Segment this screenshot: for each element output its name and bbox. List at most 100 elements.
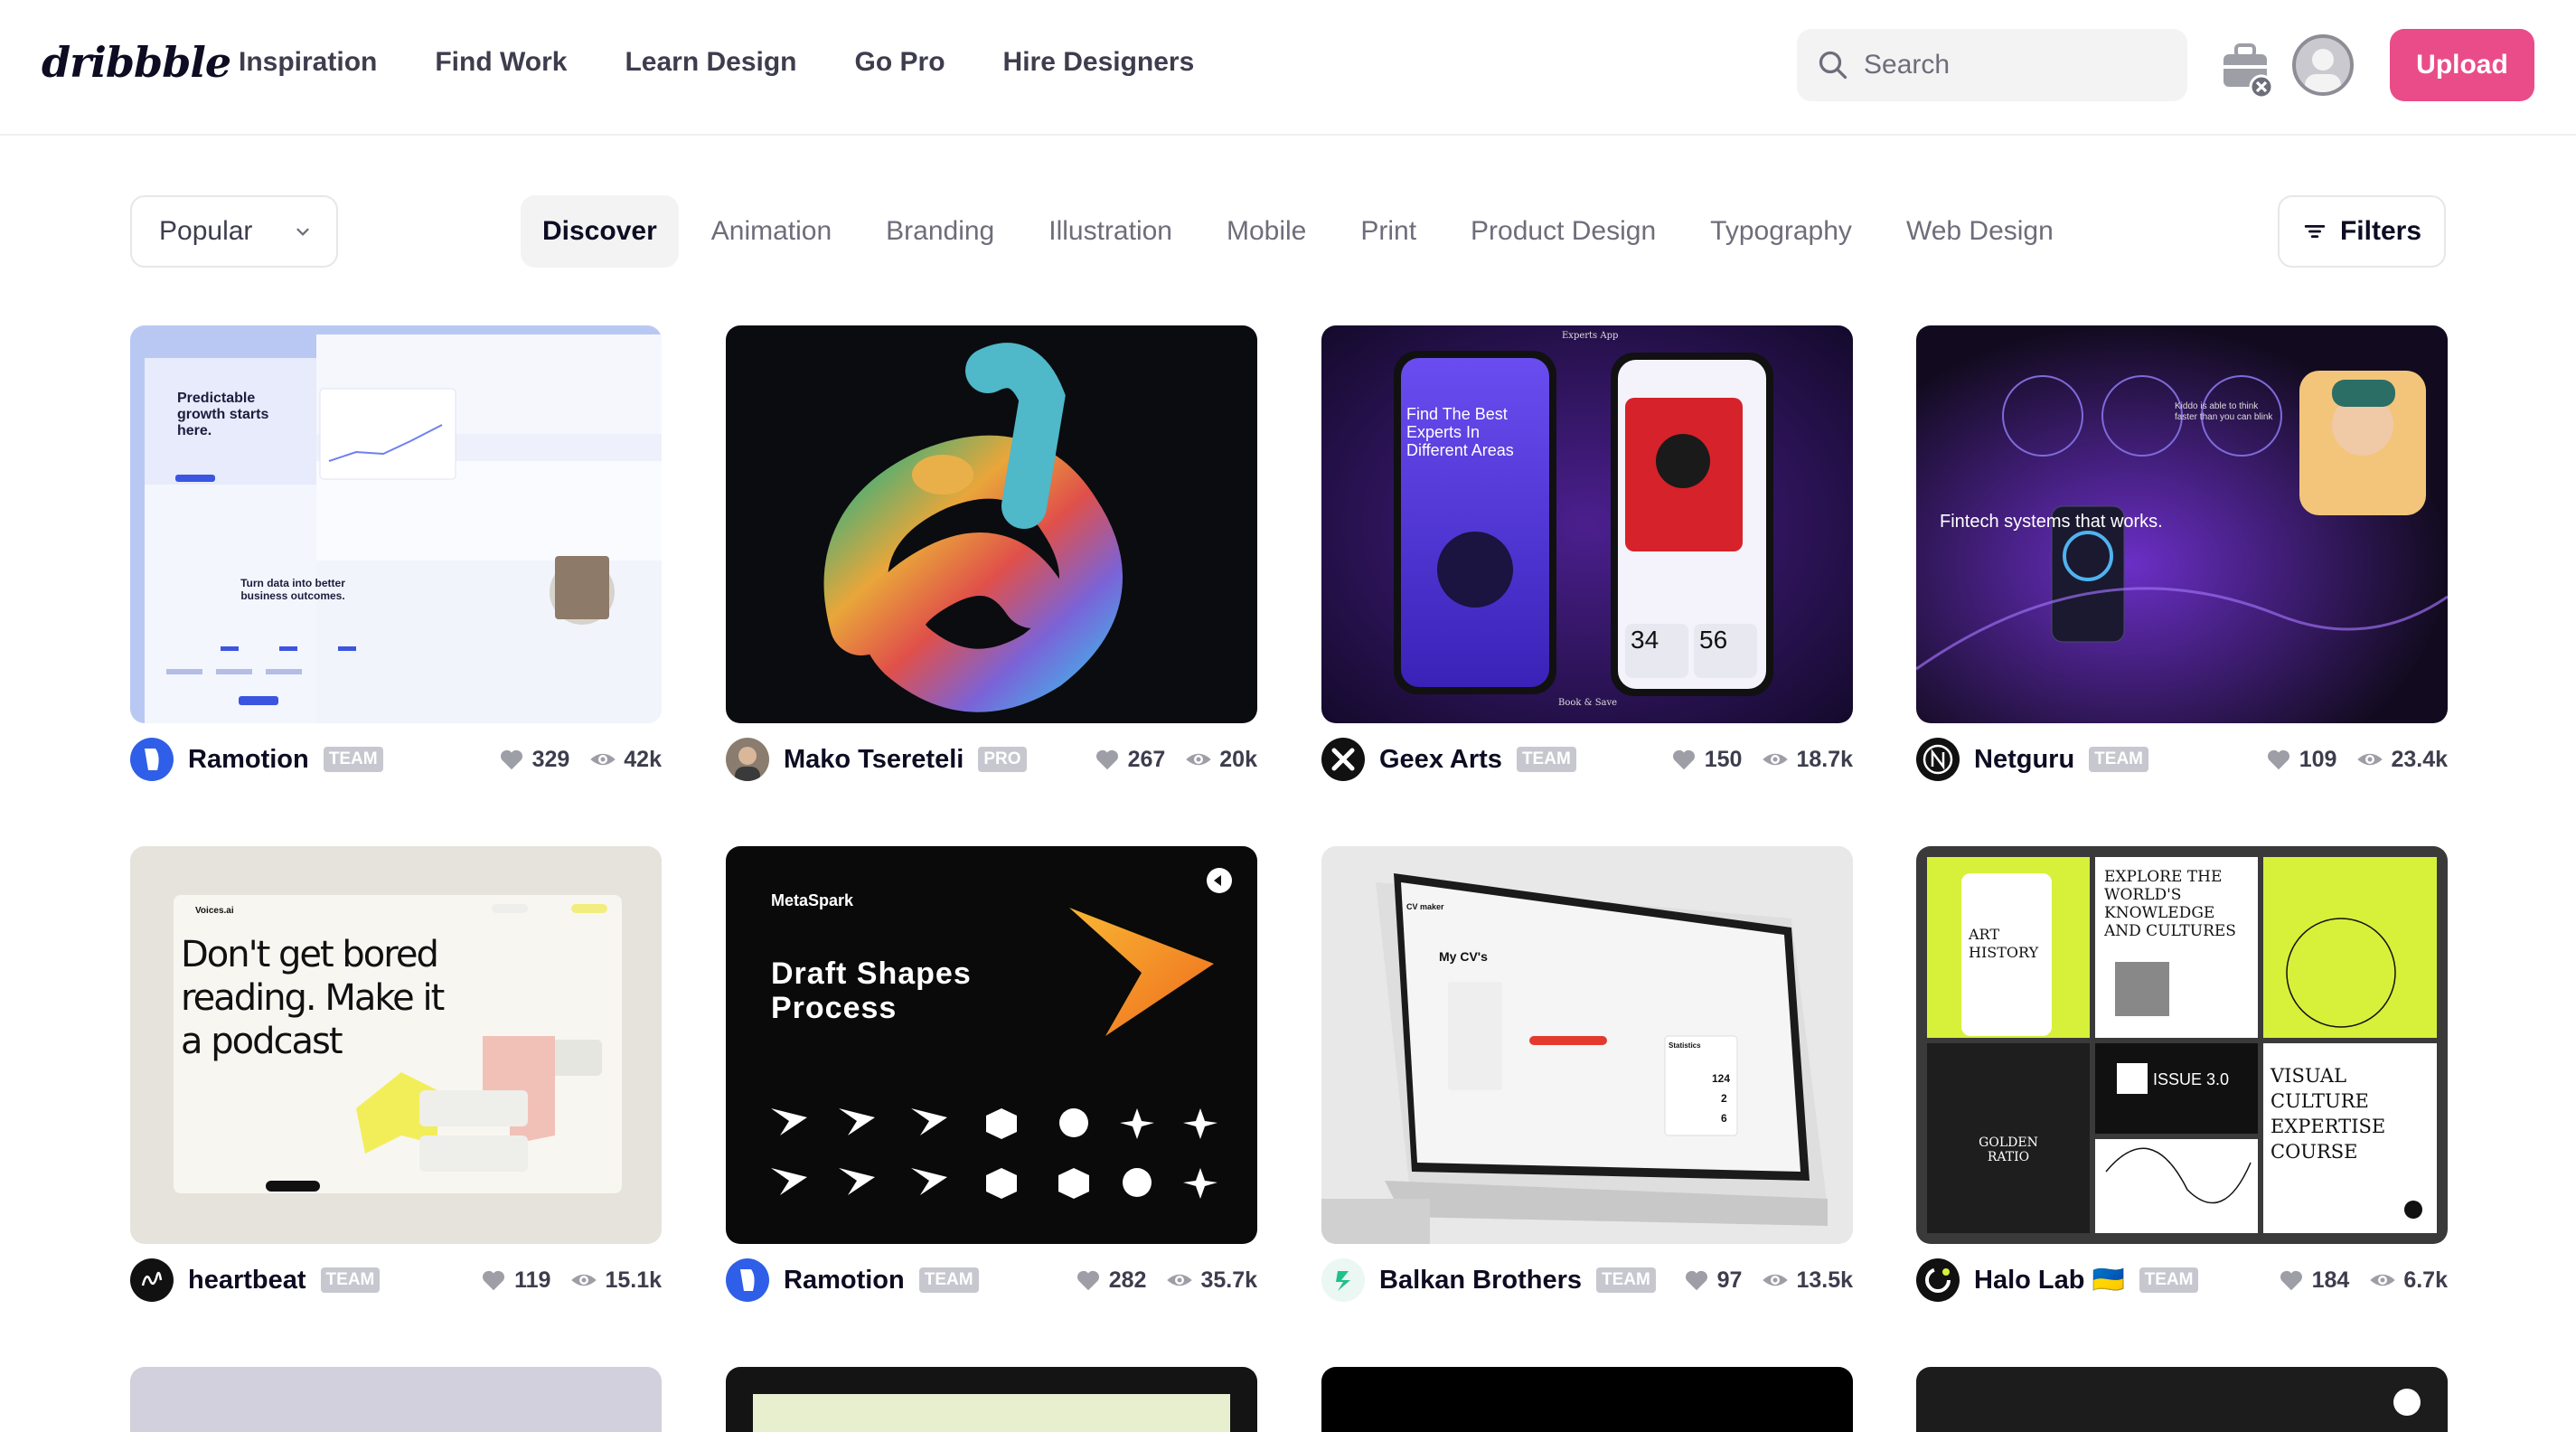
view-count: 23.4k xyxy=(2391,746,2448,772)
user-avatar[interactable] xyxy=(2292,34,2354,96)
tab-discover[interactable]: Discover xyxy=(521,195,679,268)
shot-card xyxy=(1916,1367,2448,1432)
nav-inspiration[interactable]: Inspiration xyxy=(239,47,377,78)
author-avatar[interactable] xyxy=(130,1258,174,1302)
like-count: 329 xyxy=(531,746,570,772)
shot-thumbnail[interactable] xyxy=(726,1367,1257,1432)
filter-lines-icon xyxy=(2304,225,2326,238)
shot-brand: MetaSpark xyxy=(771,891,854,909)
team-badge: TEAM xyxy=(2089,747,2148,772)
shot-stats: 150 18.7k xyxy=(1670,746,1853,773)
likes-stat[interactable]: 119 xyxy=(480,1267,550,1294)
author-name[interactable]: Balkan Brothers xyxy=(1379,1266,1582,1295)
shot-thumbnail[interactable]: Experts App Find The Best Experts In Dif… xyxy=(1321,325,1853,723)
author-name[interactable]: Mako Tsereteli xyxy=(784,745,964,775)
likes-stat[interactable]: 267 xyxy=(1094,746,1166,773)
shot-thumbnail[interactable] xyxy=(1916,1367,2448,1432)
team-badge: TEAM xyxy=(323,747,383,772)
shot-card: Fintech systems that works. Kiddo is abl… xyxy=(1916,325,2448,781)
likes-stat[interactable]: 109 xyxy=(2265,746,2336,773)
upload-button[interactable]: Upload xyxy=(2390,29,2534,101)
tab-product-design[interactable]: Product Design xyxy=(1449,195,1678,268)
eye-icon xyxy=(2370,1274,2396,1286)
author-avatar[interactable] xyxy=(726,1258,769,1302)
shot-thumbnail[interactable]: EXPLORE THE WORLD'S KNOWLEDGE AND CULTUR… xyxy=(1916,846,2448,1244)
heart-icon xyxy=(1076,1270,1099,1291)
view-count: 6.7k xyxy=(2403,1267,2448,1293)
tab-illustration[interactable]: Illustration xyxy=(1027,195,1194,268)
shot-stats: 282 35.7k xyxy=(1075,1267,1257,1294)
shot-thumbnail[interactable]: Voices.ai Don't get bored reading. Make … xyxy=(130,846,662,1244)
author-name[interactable]: Ramotion xyxy=(784,1266,905,1295)
shot-thumbnail[interactable]: MetaSpark Draft Shapes Process xyxy=(726,846,1257,1244)
filters-button[interactable]: Filters xyxy=(2278,195,2446,268)
main-nav: Inspiration Find Work Learn Design Go Pr… xyxy=(239,47,1194,78)
nav-go-pro[interactable]: Go Pro xyxy=(855,47,945,78)
likes-stat[interactable]: 97 xyxy=(1683,1267,1742,1294)
sort-dropdown[interactable]: Popular xyxy=(130,195,338,268)
like-count: 150 xyxy=(1704,746,1743,772)
likes-stat[interactable]: 329 xyxy=(498,746,570,773)
category-tabs: Discover Animation Branding Illustration… xyxy=(521,195,2086,268)
nav-learn-design[interactable]: Learn Design xyxy=(625,47,796,78)
search-input[interactable] xyxy=(1864,50,2171,80)
shot-card: EXPLORE THE WORLD'S KNOWLEDGE AND CULTUR… xyxy=(1916,846,2448,1302)
search-box[interactable] xyxy=(1797,29,2187,101)
pro-badge: PRO xyxy=(978,747,1027,772)
tab-typography[interactable]: Typography xyxy=(1688,195,1874,268)
shot-headline-line: reading. Make it xyxy=(181,977,445,1019)
eye-icon xyxy=(1167,1274,1193,1286)
author-name[interactable]: heartbeat xyxy=(188,1266,306,1295)
author-avatar[interactable] xyxy=(1916,1258,1960,1302)
view-count: 18.7k xyxy=(1796,746,1853,772)
likes-stat[interactable]: 150 xyxy=(1670,746,1743,773)
shot-headline-line: Process xyxy=(771,991,898,1025)
shot-text-block: ISSUE 3.0 xyxy=(2153,1070,2230,1088)
view-count: 13.5k xyxy=(1796,1267,1853,1293)
shot-meta: Ramotion TEAM 329 42k xyxy=(130,738,662,781)
like-count: 267 xyxy=(1127,746,1166,772)
shot-headline: Predictable growth starts here. xyxy=(177,391,269,438)
nav-find-work[interactable]: Find Work xyxy=(435,47,567,78)
shot-thumbnail[interactable]: Predictable growth starts here. Turn dat… xyxy=(130,325,662,723)
tab-branding[interactable]: Branding xyxy=(864,195,1016,268)
shot-meta: Halo Lab 🇺🇦 TEAM 184 6.7k xyxy=(1916,1258,2448,1302)
shot-meta: heartbeat TEAM 119 15.1k xyxy=(130,1258,662,1302)
shot-thumbnail[interactable] xyxy=(1321,1367,1853,1432)
shot-stats: 184 6.7k xyxy=(2278,1267,2448,1294)
tab-web-design[interactable]: Web Design xyxy=(1885,195,2075,268)
likes-stat[interactable]: 282 xyxy=(1075,1267,1146,1294)
shot-thumbnail[interactable]: CV maker My CV's Statistics 124 2 6 xyxy=(1321,846,1853,1244)
author-avatar[interactable] xyxy=(726,738,769,781)
shot-thumbnail[interactable]: Fintech systems that works. Kiddo is abl… xyxy=(1916,325,2448,723)
shot-thumbnail[interactable] xyxy=(726,325,1257,723)
team-badge: TEAM xyxy=(2139,1267,2199,1293)
author-avatar[interactable] xyxy=(1916,738,1960,781)
likes-stat[interactable]: 184 xyxy=(2278,1267,2349,1294)
author-name[interactable]: Halo Lab 🇺🇦 xyxy=(1974,1265,2125,1295)
tab-mobile[interactable]: Mobile xyxy=(1205,195,1328,268)
shot-brand: Voices.ai xyxy=(195,906,234,916)
author-name[interactable]: Netguru xyxy=(1974,745,2074,775)
shot-card: MetaSpark Draft Shapes Process Ramotion … xyxy=(726,846,1257,1302)
team-badge: TEAM xyxy=(320,1267,381,1293)
shot-thumbnail[interactable] xyxy=(130,1367,662,1432)
tab-animation[interactable]: Animation xyxy=(690,195,853,268)
eye-icon xyxy=(590,753,616,766)
shot-text-block: VISUAL CULTURE EXPERTISE COURSE xyxy=(2270,1065,2386,1163)
shot-stats-label: Statistics xyxy=(1669,1041,1701,1050)
shot-stats: 329 42k xyxy=(498,746,662,773)
heart-icon xyxy=(1095,749,1118,770)
author-avatar[interactable] xyxy=(1321,738,1365,781)
tab-print[interactable]: Print xyxy=(1339,195,1438,268)
nav-hire-designers[interactable]: Hire Designers xyxy=(1003,47,1195,78)
author-avatar[interactable] xyxy=(1321,1258,1365,1302)
author-name[interactable]: Ramotion xyxy=(188,745,309,775)
author-avatar[interactable] xyxy=(130,738,174,781)
jobs-bag-icon[interactable] xyxy=(2220,40,2274,99)
shot-card xyxy=(726,1367,1257,1432)
author-name[interactable]: Geex Arts xyxy=(1379,745,1502,775)
heart-icon xyxy=(500,749,522,770)
dribbble-logo[interactable]: dribbble xyxy=(42,38,231,87)
views-stat: 13.5k xyxy=(1762,1267,1853,1294)
